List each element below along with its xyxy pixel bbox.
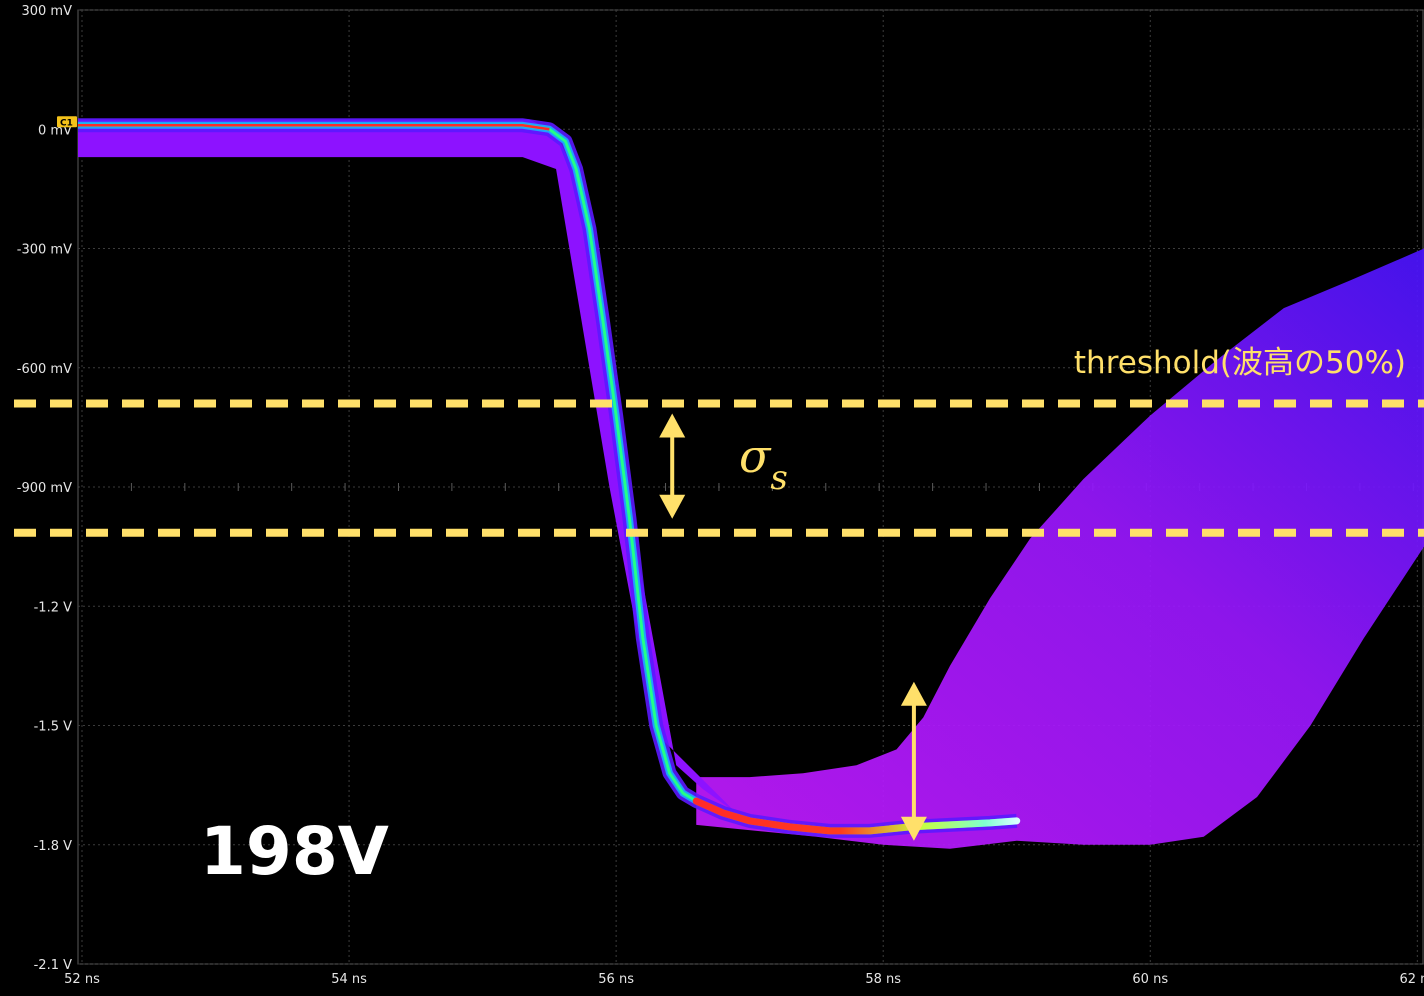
bias-voltage-label: 198V (200, 813, 389, 890)
x-tick-label: 54 ns (331, 972, 367, 987)
y-tick-label: 300 mV (21, 4, 72, 19)
oscilloscope-display: 300 mV0 mV-300 mV-600 mV-900 mV-1.2 V-1.… (14, 4, 1424, 987)
x-tick-label: 52 ns (64, 972, 100, 987)
y-tick-label: -300 mV (17, 243, 72, 258)
y-tick-label: -900 mV (17, 481, 72, 496)
y-tick-label: -1.5 V (34, 720, 72, 735)
y-tick-label: -600 mV (17, 362, 72, 377)
threshold-label: threshold(波高の50%) (1074, 345, 1406, 381)
x-tick-label: 60 ns (1132, 972, 1168, 987)
y-tick-label: -1.8 V (34, 839, 72, 854)
sigma-arrow-head-down (659, 494, 686, 519)
sigma-label: σs (739, 429, 788, 498)
y-tick-label: -2.1 V (34, 958, 72, 973)
x-tick-label: 58 ns (865, 972, 901, 987)
baseline-band (78, 119, 737, 813)
persistence-cloud (78, 119, 1424, 849)
sigma-arrow (659, 413, 686, 519)
sigma-arrow-head-up (659, 413, 686, 438)
x-tick-label: 56 ns (598, 972, 634, 987)
decay-cloud (696, 248, 1424, 849)
x-tick-label: 62 ns (1399, 972, 1424, 987)
y-tick-label: -1.2 V (34, 600, 72, 615)
amplitude-arrow-head-up (900, 681, 927, 706)
channel-marker-label: C1 (60, 118, 73, 128)
